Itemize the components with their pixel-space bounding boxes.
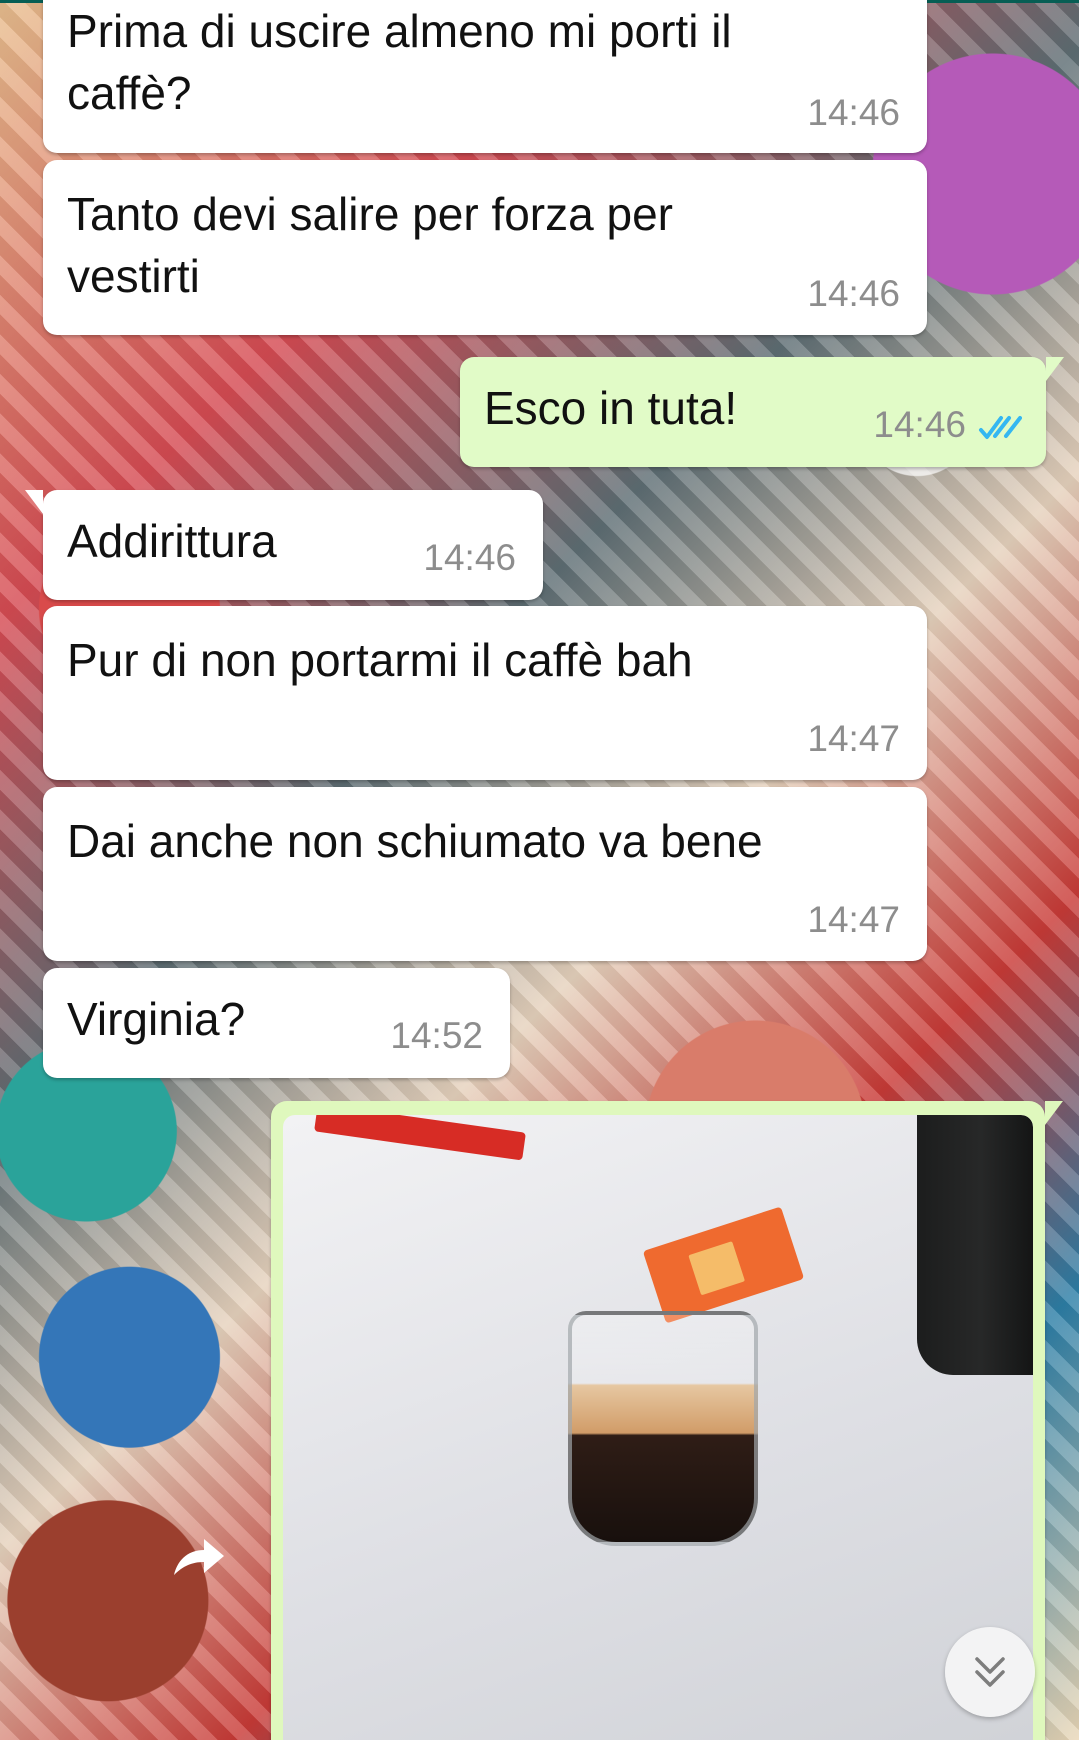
message-text: Dai anche non schiumato va bene: [67, 815, 763, 867]
espresso-photo[interactable]: [283, 1115, 1033, 1740]
message-text: Addirittura: [67, 515, 277, 567]
red-object: [314, 1115, 526, 1161]
message-time: 14:47: [807, 718, 900, 759]
message-time: 14:47: [807, 899, 900, 940]
message-bubble-incoming[interactable]: Addirittura 14:46: [25, 490, 543, 600]
double-chevron-down-icon: [975, 1657, 1005, 1687]
chat-screen: Prima di uscire almeno mi porti il caffè…: [0, 0, 1079, 1740]
message-bubble-incoming[interactable]: Prima di uscire almeno mi porti il caffè…: [43, 0, 927, 153]
forward-arrow-icon[interactable]: [166, 1531, 228, 1583]
message-text: Tanto devi salire per forza per vestirti: [67, 188, 673, 302]
photo-message[interactable]: [271, 1101, 1063, 1740]
double-check-icon: [979, 416, 1022, 439]
message-text: Prima di uscire almeno mi porti il caffè…: [67, 5, 732, 119]
message-bubble-incoming[interactable]: Virginia? 14:52: [43, 968, 510, 1078]
message-time: 14:46: [423, 537, 516, 578]
message-bubble-incoming[interactable]: Dai anche non schiumato va bene 14:47: [43, 787, 927, 961]
message-text: Pur di non portarmi il caffè bah: [67, 634, 693, 686]
espresso-glass: [568, 1311, 758, 1546]
message-bubble-outgoing[interactable]: Esco in tuta! 14:46: [460, 357, 1064, 467]
message-time: 14:52: [390, 1015, 483, 1056]
coffee-machine: [917, 1115, 1033, 1375]
message-time: 14:46: [873, 404, 966, 445]
message-bubble-incoming[interactable]: Pur di non portarmi il caffè bah 14:47: [43, 606, 927, 780]
message-text: Virginia?: [67, 993, 246, 1045]
scroll-to-bottom-button[interactable]: [945, 1627, 1035, 1717]
message-time: 14:46: [807, 92, 900, 133]
orange-pack: [642, 1206, 805, 1324]
message-bubble-incoming[interactable]: Tanto devi salire per forza per vestirti…: [43, 160, 927, 335]
message-text: Esco in tuta!: [484, 382, 738, 434]
message-time: 14:46: [807, 273, 900, 314]
